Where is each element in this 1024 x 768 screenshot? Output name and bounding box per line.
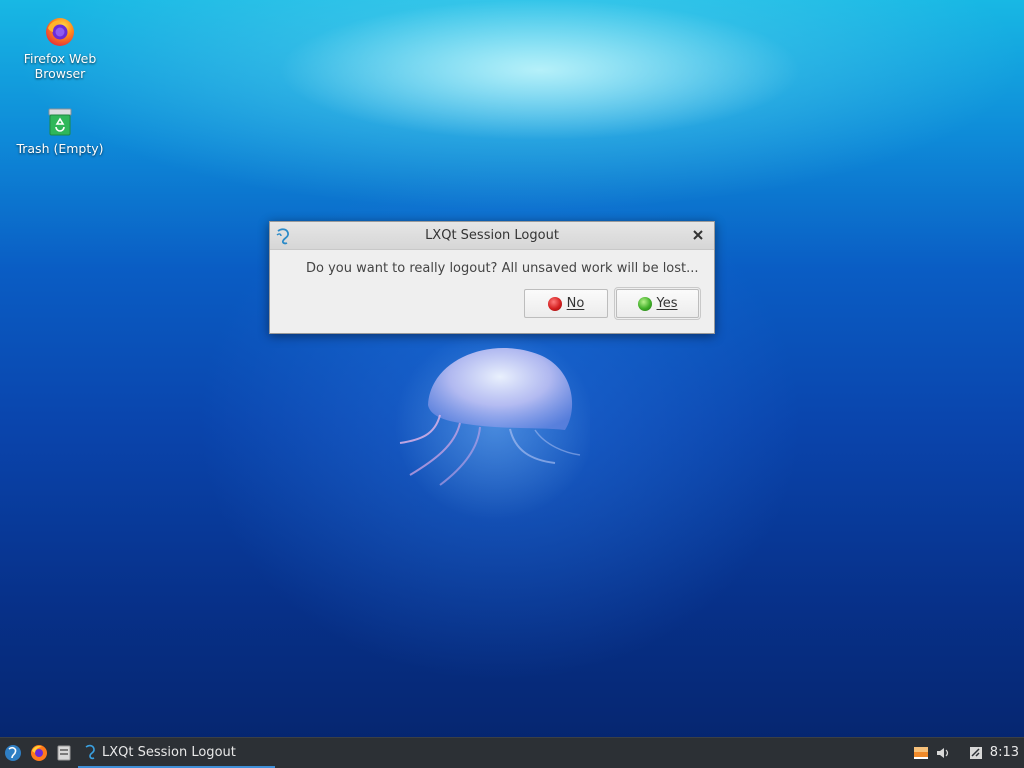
wallpaper-jellyfish	[395, 335, 590, 520]
clipboard-icon[interactable]	[967, 744, 985, 762]
lxqt-menu-icon[interactable]	[4, 744, 22, 762]
close-icon[interactable]	[690, 227, 706, 243]
taskbar-task-logout[interactable]: LXQt Session Logout	[78, 738, 275, 768]
clock[interactable]: 8:13	[990, 745, 1019, 760]
desktop-icon-label: Browser	[34, 66, 86, 81]
dialog-title: LXQt Session Logout	[425, 228, 559, 243]
taskbar: LXQt Session Logout 8:13	[0, 737, 1024, 768]
desktop-icon-label: Trash (Empty)	[16, 141, 104, 156]
no-icon	[547, 296, 562, 311]
firefox-icon	[46, 18, 74, 46]
logout-dialog: LXQt Session Logout Do you want to reall…	[269, 221, 715, 334]
firefox-icon[interactable]	[30, 744, 48, 762]
volume-icon[interactable]	[934, 744, 952, 762]
dialog-message: Do you want to really logout? All unsave…	[306, 261, 699, 276]
file-manager-icon[interactable]	[55, 744, 73, 762]
yes-button[interactable]: Yes	[614, 287, 701, 320]
desktop-icon-trash[interactable]: Trash (Empty)	[10, 106, 110, 156]
trash-icon	[48, 108, 72, 136]
task-label: LXQt Session Logout	[102, 744, 236, 760]
no-button-label: No	[566, 296, 585, 311]
dialog-titlebar[interactable]: LXQt Session Logout	[270, 222, 714, 250]
lxqt-icon	[85, 744, 95, 760]
yes-icon	[637, 296, 652, 311]
desktop-icon-firefox[interactable]: Firefox Web Browser	[10, 16, 110, 81]
yes-button-label: Yes	[656, 296, 678, 311]
desktop-icon-label: Firefox Web	[23, 51, 97, 66]
no-button[interactable]: No	[524, 289, 608, 318]
battery-icon[interactable]	[912, 744, 930, 762]
